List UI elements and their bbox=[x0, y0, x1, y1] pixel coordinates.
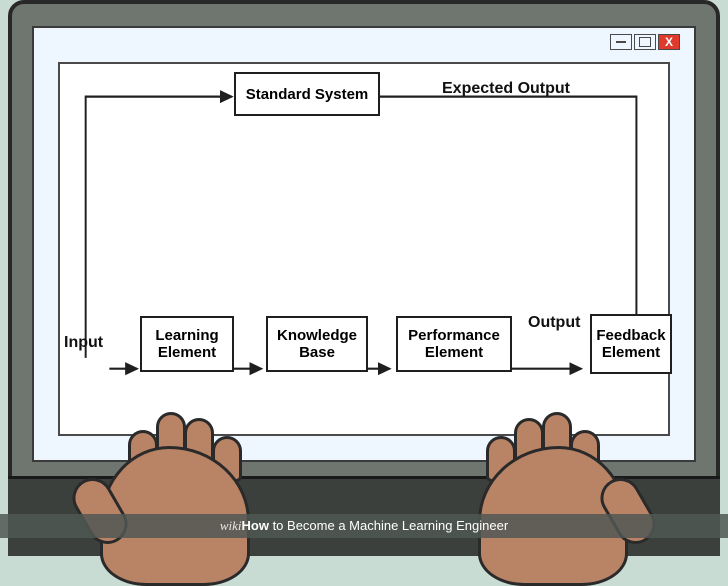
box-standard-system-label: Standard System bbox=[246, 86, 369, 103]
box-performance-element: Performance Element bbox=[396, 316, 512, 372]
close-button[interactable]: X bbox=[658, 34, 680, 50]
brand-suffix: How bbox=[242, 518, 269, 533]
box-feedback-element: Feedback Element bbox=[590, 314, 672, 374]
expected-output-label: Expected Output bbox=[442, 80, 570, 98]
box-learning-element: Learning Element bbox=[140, 316, 234, 372]
box-feedback-element-label: Feedback Element bbox=[596, 327, 665, 361]
box-knowledge-base: Knowledge Base bbox=[266, 316, 368, 372]
box-performance-element-label: Performance Element bbox=[408, 327, 500, 361]
output-label: Output bbox=[528, 314, 580, 332]
brand-prefix: wiki bbox=[220, 518, 242, 533]
minimize-button[interactable] bbox=[610, 34, 632, 50]
box-standard-system: Standard System bbox=[234, 72, 380, 116]
caption-bar: wikiHow to Become a Machine Learning Eng… bbox=[0, 514, 728, 538]
box-learning-element-label: Learning Element bbox=[155, 327, 218, 361]
maximize-button[interactable] bbox=[634, 34, 656, 50]
close-icon: X bbox=[665, 36, 673, 48]
caption-title: to Become a Machine Learning Engineer bbox=[269, 518, 508, 533]
input-label: Input bbox=[64, 334, 103, 352]
diagram-canvas: Input Standard System Expected Output Le… bbox=[58, 62, 670, 436]
diagram-arrows bbox=[60, 64, 668, 434]
box-knowledge-base-label: Knowledge Base bbox=[277, 327, 357, 361]
window-controls: X bbox=[610, 34, 680, 50]
